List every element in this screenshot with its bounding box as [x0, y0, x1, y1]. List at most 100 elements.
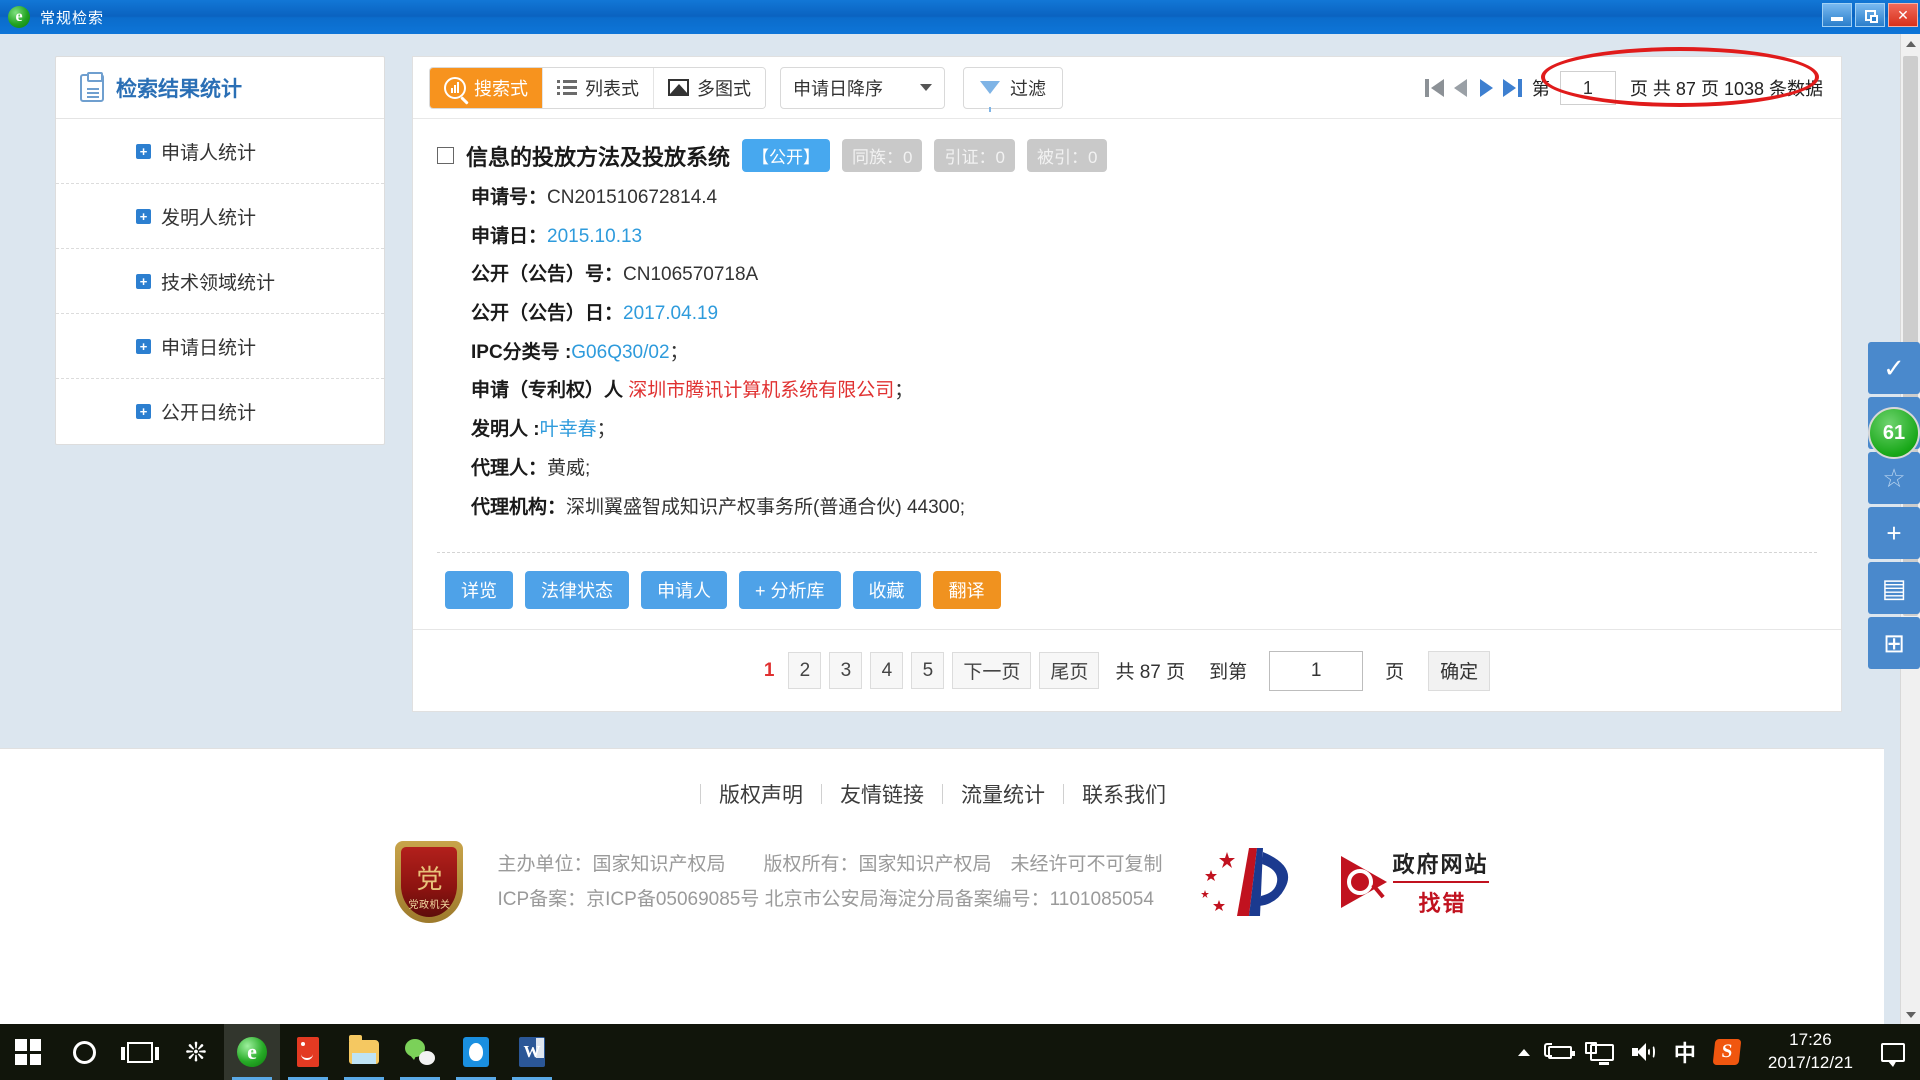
favorite-button[interactable]: 收藏	[852, 571, 921, 610]
check-icon-button[interactable]: ✓	[1868, 342, 1920, 394]
field-application-date: 申请日：2015.10.13	[471, 225, 1817, 250]
add-to-analysis-button[interactable]: + 分析库	[739, 571, 841, 610]
chevron-down-icon	[920, 84, 932, 91]
field-suffix: ；	[669, 341, 689, 363]
internet-explorer-button[interactable]: e	[224, 1024, 280, 1080]
sidebar-item-label: 申请人统计	[161, 142, 257, 164]
sort-dropdown[interactable]: 申请日降序	[780, 66, 945, 109]
detail-button[interactable]: 详览	[445, 571, 513, 610]
wechat-button[interactable]	[392, 1024, 448, 1080]
footer-link-friendly-links[interactable]: 友情链接	[822, 779, 942, 809]
action-center-button[interactable]	[1872, 1024, 1914, 1080]
top-pagination: 第 页 共 87 页 1038 条数据	[1422, 57, 1823, 119]
view-mode-search[interactable]: 搜索式	[430, 67, 543, 108]
cortana-search-button[interactable]	[56, 1024, 112, 1080]
desktop-root: e 常规检索 ✕ 检索结果统计 + 申请人统计 + 发明人统计 + 技术领域统计…	[0, 0, 1920, 1080]
badge-cited-by-count[interactable]: 被引：0	[1026, 139, 1108, 172]
word-button[interactable]: W	[504, 1024, 560, 1080]
page-button-2[interactable]: 2	[788, 652, 822, 690]
plus-icon-button[interactable]: +	[1868, 507, 1920, 559]
badge-citation-count[interactable]: 引证：0	[934, 139, 1015, 172]
expander-plus-icon[interactable]: +	[136, 143, 151, 159]
sidebar-item-filing-date-stats[interactable]: + 申请日统计	[56, 314, 384, 379]
sidebar-item-tech-field-stats[interactable]: + 技术领域统计	[56, 249, 384, 314]
gov-logo-subtitle: 找错	[1418, 890, 1467, 916]
gov-site-report-logo[interactable]: 政府网站 找错	[1340, 847, 1489, 918]
last-page-button[interactable]: 尾页	[1039, 652, 1100, 690]
field-value[interactable]: 2015.10.13	[547, 226, 642, 247]
file-explorer-button[interactable]	[336, 1024, 392, 1080]
expander-plus-icon[interactable]: +	[136, 404, 151, 419]
sidebar-item-applicant-stats[interactable]: + 申请人统计	[56, 119, 384, 184]
last-page-icon[interactable]	[1500, 75, 1526, 101]
badge-family-count[interactable]: 同族：0	[842, 139, 923, 172]
sidebar-item-publication-date-stats[interactable]: + 公开日统计	[56, 379, 384, 444]
foxmail-button[interactable]	[280, 1024, 336, 1080]
view-mode-label: 搜索式	[474, 78, 528, 99]
view-mode-list[interactable]: 列表式	[543, 67, 654, 108]
scroll-down-arrow-icon[interactable]	[1901, 1005, 1920, 1024]
footer-link-contact-us[interactable]: 联系我们	[1064, 779, 1184, 809]
first-page-icon[interactable]	[1422, 75, 1448, 101]
footer-link-copyright[interactable]: 版权声明	[701, 779, 821, 809]
expander-plus-icon[interactable]: +	[136, 273, 151, 289]
task-view-button[interactable]	[112, 1024, 168, 1080]
field-value[interactable]: G06Q30/02	[571, 342, 669, 363]
prev-page-icon[interactable]	[1448, 75, 1474, 101]
confirm-button[interactable]: 确定	[1428, 650, 1491, 691]
add-box-icon-button[interactable]: ⊞	[1868, 617, 1920, 669]
filter-button[interactable]: 过滤	[963, 66, 1063, 112]
status-badge-public: 【公开】	[742, 139, 831, 172]
maximize-button[interactable]	[1855, 3, 1885, 27]
ime-indicator[interactable]: 中	[1665, 1024, 1705, 1080]
task-view-icon	[121, 1041, 159, 1063]
selection-count-badge[interactable]: 61	[1868, 407, 1920, 459]
page-button-current[interactable]: 1	[764, 660, 775, 682]
scroll-up-arrow-icon[interactable]	[1901, 34, 1920, 53]
show-hidden-icons-button[interactable]	[1509, 1024, 1539, 1080]
network-button[interactable]	[1581, 1024, 1623, 1080]
funnel-icon	[980, 81, 1000, 112]
pinwheel-app-button[interactable]: ❊	[168, 1024, 224, 1080]
view-mode-gallery[interactable]: 多图式	[654, 67, 765, 108]
next-page-button[interactable]: 下一页	[952, 652, 1032, 690]
field-value[interactable]: 深圳市腾讯计算机系统有限公司	[628, 380, 894, 401]
document-list-icon-button[interactable]: ▤	[1868, 562, 1920, 614]
sogou-ime-button[interactable]: S	[1705, 1024, 1749, 1080]
patent-record: 信息的投放方法及投放系统 【公开】 同族：0 引证：0 被引：0 申请号：CN2…	[413, 119, 1841, 540]
ie-logo-icon: e	[8, 6, 30, 28]
sidebar-item-label: 公开日统计	[161, 403, 257, 424]
star-icon-button[interactable]: ☆	[1868, 452, 1920, 504]
record-checkbox[interactable]	[437, 147, 454, 164]
legal-status-button[interactable]: 法律状态	[525, 571, 629, 610]
qq-button[interactable]	[448, 1024, 504, 1080]
page-button-3[interactable]: 3	[829, 652, 863, 690]
top-page-input[interactable]	[1559, 71, 1616, 105]
footer-link-traffic-stats[interactable]: 流量统计	[943, 779, 1063, 809]
field-value[interactable]: 叶幸春	[540, 419, 597, 440]
close-button[interactable]: ✕	[1888, 3, 1918, 27]
sidebar-item-inventor-stats[interactable]: + 发明人统计	[56, 184, 384, 249]
minimize-button[interactable]	[1822, 3, 1852, 27]
browser-content: 检索结果统计 + 申请人统计 + 发明人统计 + 技术领域统计 + 申请日统计 …	[0, 34, 1920, 1024]
expander-plus-icon[interactable]: +	[136, 338, 151, 354]
battery-charging-icon	[1543, 1042, 1575, 1059]
window-controls: ✕	[1822, 3, 1918, 27]
clock-area[interactable]: 17:26 2017/12/21	[1749, 1024, 1872, 1080]
image-grid-icon	[668, 79, 689, 96]
applicant-button[interactable]: 申请人	[641, 571, 727, 610]
page-button-5[interactable]: 5	[911, 652, 945, 690]
field-label: 代理机构：	[471, 496, 567, 518]
translate-button[interactable]: 翻译	[932, 571, 1001, 610]
battery-button[interactable]	[1539, 1024, 1581, 1080]
next-page-icon[interactable]	[1474, 75, 1500, 101]
bottom-pagination: 1 2 3 4 5 下一页 尾页 共 87 页 到第 页 确定	[413, 629, 1841, 711]
jump-page-input[interactable]	[1269, 650, 1364, 691]
start-button[interactable]	[0, 1024, 56, 1080]
volume-button[interactable]	[1623, 1024, 1665, 1080]
field-value[interactable]: 2017.04.19	[623, 303, 718, 324]
page-button-4[interactable]: 4	[870, 652, 904, 690]
window-title: 常规检索	[40, 9, 105, 27]
field-label: 公开（公告）日：	[471, 303, 624, 325]
expander-plus-icon[interactable]: +	[136, 208, 151, 224]
